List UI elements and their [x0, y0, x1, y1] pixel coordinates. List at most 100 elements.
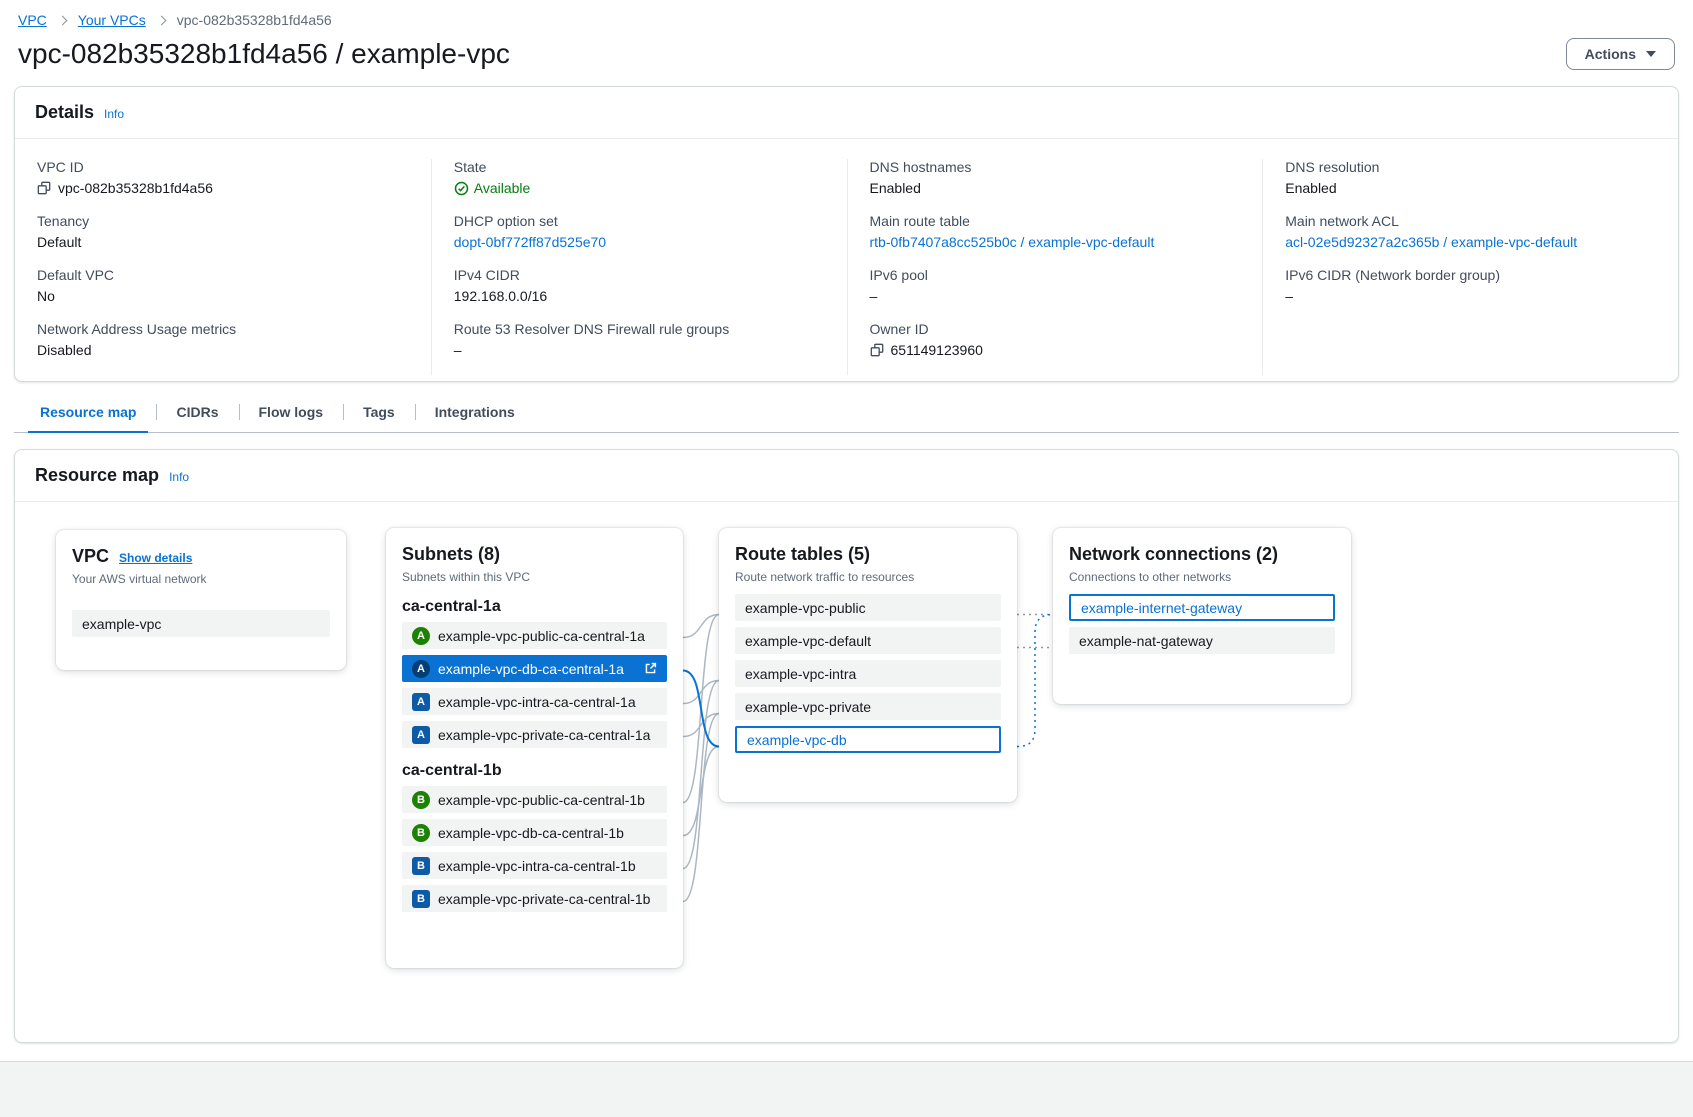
- field-label: IPv4 CIDR: [454, 267, 825, 283]
- field-label: Route 53 Resolver DNS Firewall rule grou…: [454, 321, 825, 337]
- show-details-link[interactable]: Show details: [119, 551, 192, 565]
- details-column-2: State Available DHCP option set dopt-0bf…: [431, 159, 847, 375]
- connection-item-internet-gateway[interactable]: example-internet-gateway: [1069, 594, 1335, 621]
- main-route-table-link[interactable]: rtb-0fb7407a8cc525b0c / example-vpc-defa…: [870, 234, 1155, 250]
- details-grid: VPC ID vpc-082b35328b1fd4a56 Tenancy Def…: [15, 139, 1678, 381]
- tab-flow-logs[interactable]: Flow logs: [239, 392, 344, 432]
- resource-map-canvas: VPC Show details Your AWS virtual networ…: [15, 502, 1678, 1042]
- field-value: Enabled: [1285, 180, 1336, 196]
- breadcrumb-link-vpc[interactable]: VPC: [18, 12, 47, 28]
- field-network-address-usage-metrics: Network Address Usage metrics Disabled: [37, 321, 409, 358]
- az-a-badge-icon: A: [412, 726, 430, 744]
- field-value: No: [37, 288, 55, 304]
- connection-item-nat-gateway[interactable]: example-nat-gateway: [1069, 627, 1335, 654]
- vpc-column: VPC Show details Your AWS virtual networ…: [56, 530, 346, 670]
- details-info-link[interactable]: Info: [104, 107, 124, 121]
- az-b-badge-icon: B: [412, 890, 430, 908]
- subnet-item-private-1b[interactable]: B example-vpc-private-ca-central-1b: [402, 885, 667, 912]
- details-column-4: DNS resolution Enabled Main network ACL …: [1262, 159, 1678, 375]
- field-label: Owner ID: [870, 321, 1241, 337]
- field-dns-resolution: DNS resolution Enabled: [1285, 159, 1656, 196]
- tab-resource-map[interactable]: Resource map: [20, 392, 156, 432]
- field-label: DNS resolution: [1285, 159, 1656, 175]
- route-table-item-label: example-vpc-private: [745, 699, 871, 715]
- network-connections-column-title: Network connections (2): [1069, 544, 1278, 565]
- field-label: IPv6 pool: [870, 267, 1241, 283]
- az-b-badge-icon: B: [412, 791, 430, 809]
- field-main-network-acl: Main network ACL acl-02e5d92327a2c365b /…: [1285, 213, 1656, 250]
- details-panel: Details Info VPC ID vpc-082b35328b1fd4a5…: [14, 86, 1679, 382]
- actions-button[interactable]: Actions: [1566, 38, 1675, 70]
- details-column-1: VPC ID vpc-082b35328b1fd4a56 Tenancy Def…: [15, 159, 431, 375]
- route-table-item-private[interactable]: example-vpc-private: [735, 693, 1001, 720]
- field-tenancy: Tenancy Default: [37, 213, 409, 250]
- subnet-item-db-1b[interactable]: B example-vpc-db-ca-central-1b: [402, 819, 667, 846]
- field-vpc-id: VPC ID vpc-082b35328b1fd4a56: [37, 159, 409, 196]
- resource-map-info-link[interactable]: Info: [169, 470, 189, 484]
- az-a-badge-icon: A: [412, 693, 430, 711]
- field-value: Default: [37, 234, 81, 250]
- external-link-icon[interactable]: [644, 662, 657, 675]
- route-table-item-public[interactable]: example-vpc-public: [735, 594, 1001, 621]
- route-table-item-intra[interactable]: example-vpc-intra: [735, 660, 1001, 687]
- field-state: State Available: [454, 159, 825, 196]
- breadcrumb-separator-icon: [57, 15, 67, 25]
- field-label: VPC ID: [37, 159, 409, 175]
- field-main-route-table: Main route table rtb-0fb7407a8cc525b0c /…: [870, 213, 1241, 250]
- route-table-item-label: example-vpc-public: [745, 600, 866, 616]
- route-tables-column-subtitle: Route network traffic to resources: [735, 570, 1001, 584]
- tab-tags[interactable]: Tags: [343, 392, 415, 432]
- field-value: Disabled: [37, 342, 91, 358]
- route-table-item-default[interactable]: example-vpc-default: [735, 627, 1001, 654]
- field-value: –: [1285, 288, 1293, 304]
- field-dns-hostnames: DNS hostnames Enabled: [870, 159, 1241, 196]
- subnet-item-public-1a[interactable]: A example-vpc-public-ca-central-1a: [402, 622, 667, 649]
- copy-icon[interactable]: [37, 181, 51, 195]
- field-label: Tenancy: [37, 213, 409, 229]
- field-value: 651149123960: [891, 342, 983, 358]
- route-tables-column-title: Route tables (5): [735, 544, 870, 565]
- details-title: Details: [35, 102, 94, 123]
- breadcrumb-current: vpc-082b35328b1fd4a56: [177, 12, 332, 28]
- route-table-item-db[interactable]: example-vpc-db: [735, 726, 1001, 753]
- breadcrumb-separator-icon: [156, 15, 166, 25]
- subnet-item-public-1b[interactable]: B example-vpc-public-ca-central-1b: [402, 786, 667, 813]
- vpc-item[interactable]: example-vpc: [72, 610, 330, 637]
- field-label: Network Address Usage metrics: [37, 321, 409, 337]
- subnet-item-intra-1a[interactable]: A example-vpc-intra-ca-central-1a: [402, 688, 667, 715]
- subnet-item-intra-1b[interactable]: B example-vpc-intra-ca-central-1b: [402, 852, 667, 879]
- field-value: vpc-082b35328b1fd4a56: [58, 180, 213, 196]
- network-connections-column-subtitle: Connections to other networks: [1069, 570, 1335, 584]
- az-group-heading: ca-central-1a: [402, 598, 667, 616]
- breadcrumb-link-your-vpcs[interactable]: Your VPCs: [78, 12, 146, 28]
- dhcp-option-set-link[interactable]: dopt-0bf772ff87d525e70: [454, 234, 606, 250]
- main-network-acl-link[interactable]: acl-02e5d92327a2c365b / example-vpc-defa…: [1285, 234, 1577, 250]
- tab-integrations[interactable]: Integrations: [415, 392, 535, 432]
- subnet-item-private-1a[interactable]: A example-vpc-private-ca-central-1a: [402, 721, 667, 748]
- field-label: DHCP option set: [454, 213, 825, 229]
- az-b-badge-icon: B: [412, 824, 430, 842]
- subnet-item-label: example-vpc-private-ca-central-1b: [438, 891, 650, 907]
- subnet-item-label: example-vpc-private-ca-central-1a: [438, 727, 650, 743]
- az-b-badge-icon: B: [412, 857, 430, 875]
- details-header: Details Info: [15, 87, 1678, 139]
- field-default-vpc: Default VPC No: [37, 267, 409, 304]
- vpc-item-label: example-vpc: [82, 616, 161, 632]
- subnet-item-db-1a[interactable]: A example-vpc-db-ca-central-1a: [402, 655, 667, 682]
- route-table-item-label: example-vpc-default: [745, 633, 871, 649]
- az-a-badge-icon: A: [412, 627, 430, 645]
- copy-icon[interactable]: [870, 343, 884, 357]
- field-label: State: [454, 159, 825, 175]
- tab-bar: Resource map CIDRs Flow logs Tags Integr…: [14, 392, 1679, 433]
- actions-button-label: Actions: [1585, 46, 1636, 62]
- field-label: Main network ACL: [1285, 213, 1656, 229]
- subnets-column-subtitle: Subnets within this VPC: [402, 570, 667, 584]
- field-ipv4-cidr: IPv4 CIDR 192.168.0.0/16: [454, 267, 825, 304]
- status-available-icon: [454, 181, 469, 196]
- field-label: Main route table: [870, 213, 1241, 229]
- field-label: IPv6 CIDR (Network border group): [1285, 267, 1656, 283]
- tab-cidrs[interactable]: CIDRs: [156, 392, 238, 432]
- vpc-column-title: VPC: [72, 546, 109, 567]
- subnets-column-title: Subnets (8): [402, 544, 500, 565]
- field-value: Enabled: [870, 180, 921, 196]
